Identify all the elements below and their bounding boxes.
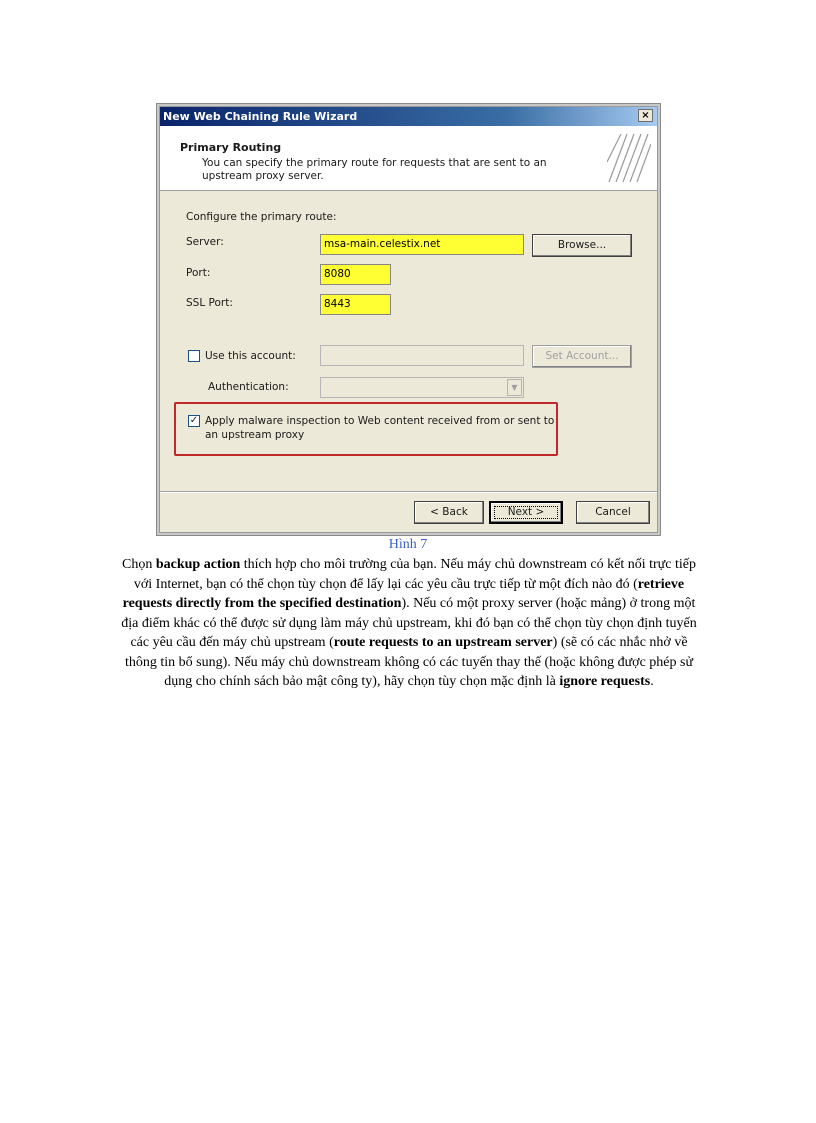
term-backup-action: backup action: [155, 557, 241, 572]
malware-inspection-label: Apply malware inspection to Web content …: [205, 415, 555, 441]
chevron-down-icon[interactable]: ▼: [507, 379, 522, 396]
malware-inspection-checkbox[interactable]: ✓: [188, 415, 200, 427]
wizard-header: Primary Routing You can specify the prim…: [160, 126, 657, 191]
browse-button[interactable]: Browse...: [532, 234, 632, 257]
wizard-dialog: New Web Chaining Rule Wizard × Primary R…: [159, 106, 658, 533]
back-button[interactable]: < Back: [414, 501, 484, 524]
authentication-label: Authentication:: [208, 381, 289, 393]
footer-divider: [160, 491, 657, 493]
use-account-label: Use this account:: [205, 350, 296, 362]
port-label: Port:: [186, 267, 211, 279]
title-bar: New Web Chaining Rule Wizard ×: [160, 107, 657, 126]
figure-caption: Hình 7: [388, 537, 428, 552]
server-input[interactable]: msa-main.celestix.net: [320, 234, 524, 255]
text-span: Chọn: [122, 557, 156, 572]
close-icon: ×: [641, 110, 650, 121]
cancel-button[interactable]: Cancel: [576, 501, 650, 524]
ssl-port-input[interactable]: 8443: [320, 294, 391, 315]
wizard-screenshot: New Web Chaining Rule Wizard × Primary R…: [156, 103, 661, 536]
ssl-port-label: SSL Port:: [186, 297, 233, 309]
configure-label: Configure the primary route:: [186, 211, 337, 223]
authentication-select[interactable]: ▼: [320, 377, 524, 398]
term-ignore-requests: ignore requests: [559, 674, 651, 689]
port-input[interactable]: 8080: [320, 264, 391, 285]
next-button[interactable]: Next >: [489, 501, 563, 524]
server-label: Server:: [186, 236, 224, 248]
close-button[interactable]: ×: [638, 109, 653, 122]
body-paragraph: Chọn backup action thích hợp cho môi trư…: [114, 555, 704, 692]
focus-rect: [494, 506, 558, 519]
header-description: You can specify the primary route for re…: [202, 157, 547, 182]
set-account-button[interactable]: Set Account...: [532, 345, 632, 368]
header-title: Primary Routing: [180, 141, 282, 154]
checkmark-icon: ✓: [189, 415, 199, 426]
wizard-banner-icon: [607, 132, 651, 184]
window-title: New Web Chaining Rule Wizard: [163, 110, 358, 123]
account-input[interactable]: [320, 345, 524, 366]
term-route-requests: route requests to an upstream server: [333, 635, 553, 650]
use-account-checkbox[interactable]: [188, 350, 200, 362]
text-span: .: [650, 674, 654, 689]
